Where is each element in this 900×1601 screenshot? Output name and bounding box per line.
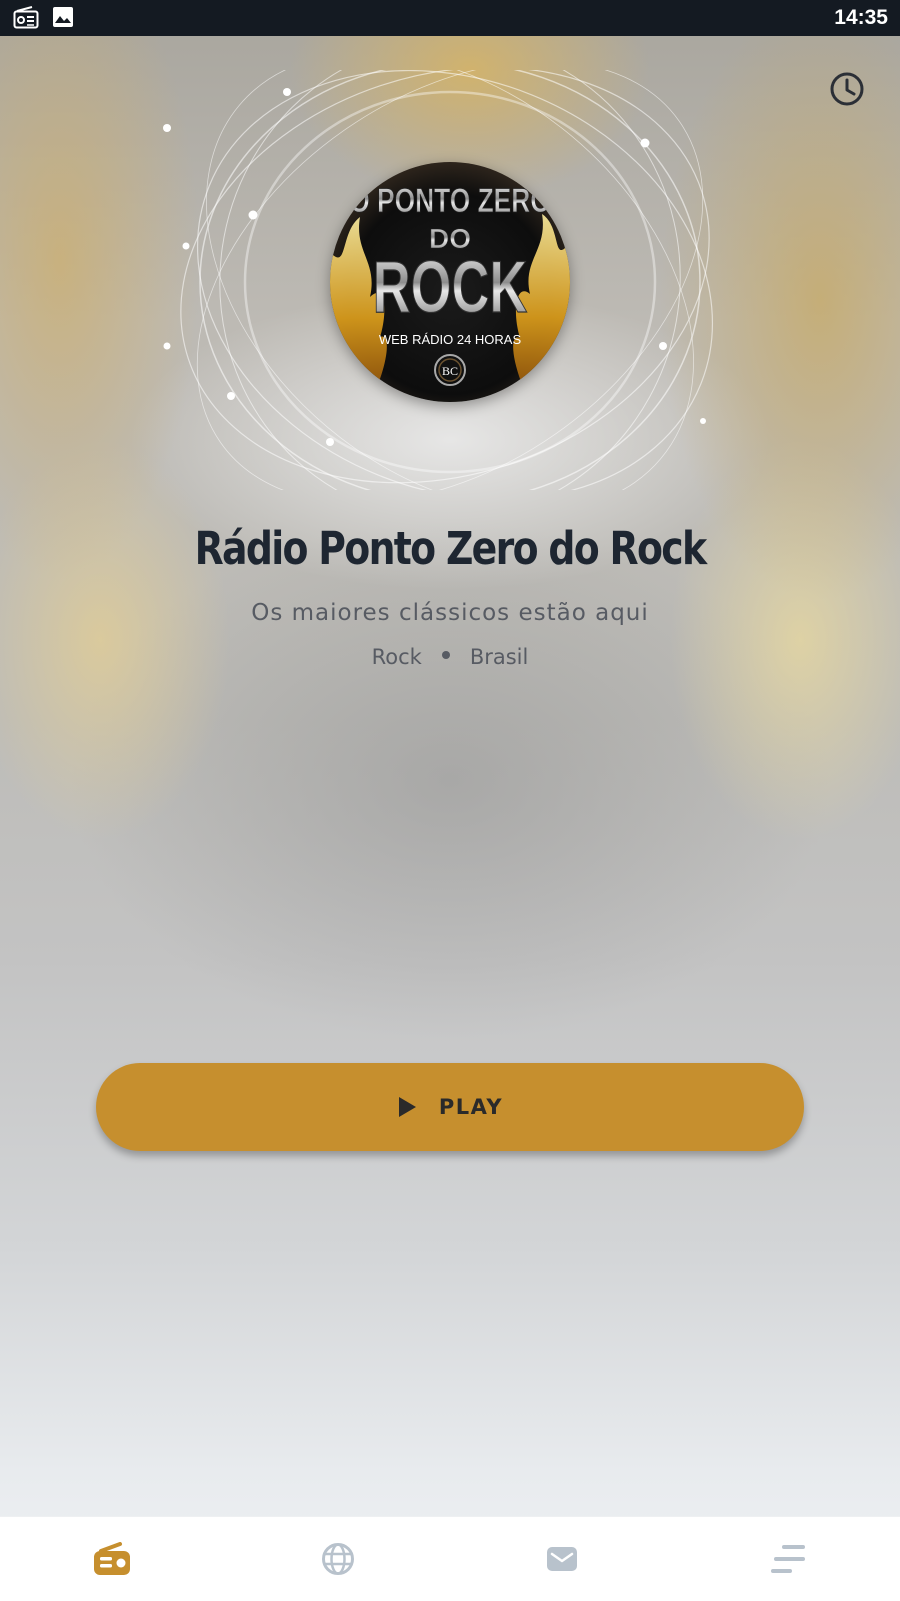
station-country: Brasil [469, 645, 529, 669]
cover-badge: BC [442, 364, 458, 378]
status-bar: 14:35 [0, 0, 900, 36]
bottom-navigation [0, 1516, 900, 1601]
cover-line4: WEB RÁDIO 24 HORAS [379, 332, 522, 347]
station-name: Rádio Ponto Zero do Rock [194, 522, 708, 575]
cover-line3: ROCK [373, 245, 527, 328]
nav-item-menu[interactable] [766, 1537, 810, 1581]
status-time: 14:35 [834, 6, 888, 29]
mail-icon [547, 1547, 577, 1571]
nav-item-radio[interactable] [90, 1537, 134, 1581]
station-description: Os maiores clássicos estão aqui [251, 600, 649, 626]
station-genre: Rock [371, 645, 422, 669]
play-label: PLAY [438, 1095, 504, 1119]
image-icon [52, 6, 78, 30]
station-meta: Rock Brasil [0, 645, 900, 669]
history-button[interactable] [826, 68, 868, 110]
nav-item-messages[interactable] [540, 1537, 584, 1581]
radio-icon [13, 6, 39, 30]
play-button[interactable]: PLAY [96, 1063, 804, 1151]
station-logo: O PONTO ZERO DO ROCK WEB RÁDIO 24 HORAS … [330, 162, 570, 402]
globe-icon [322, 1543, 354, 1575]
cover-line1: O PONTO ZERO [349, 182, 551, 220]
play-icon [398, 1097, 416, 1117]
clock-icon [830, 72, 864, 106]
radio-icon [94, 1542, 130, 1575]
menu-icon [771, 1545, 805, 1573]
separator-dot [441, 651, 450, 659]
nav-item-explore[interactable] [316, 1537, 360, 1581]
